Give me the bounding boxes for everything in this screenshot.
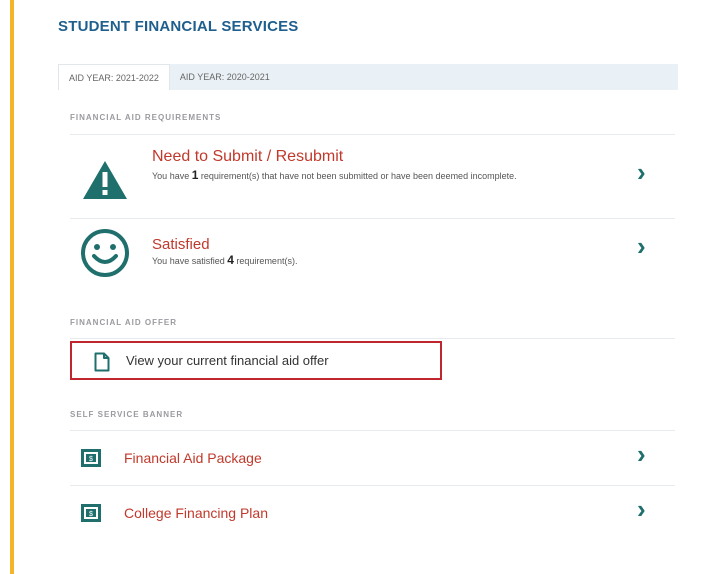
view-offer-label: View your current financial aid offer (126, 353, 329, 368)
svg-text:$: $ (89, 456, 93, 463)
college-financing-plan-label: College Financing Plan (124, 505, 268, 521)
money-icon: $ (81, 504, 101, 522)
document-icon (94, 352, 110, 372)
requirement-row-need-to-submit[interactable]: Need to Submit / Resubmit You have 1 req… (70, 134, 675, 219)
money-icon: $ (81, 449, 101, 467)
requirement-title: Need to Submit / Resubmit (152, 148, 344, 165)
financial-aid-package-label: Financial Aid Package (124, 450, 262, 466)
requirement-count: 4 (227, 253, 234, 267)
smiley-icon (81, 229, 129, 277)
tab-aid-year-2020-2021[interactable]: AID YEAR: 2020-2021 (170, 64, 280, 90)
requirement-title: Satisfied (152, 236, 210, 253)
chevron-right-icon[interactable]: › (637, 439, 646, 470)
offer-divider (70, 338, 675, 339)
chevron-right-icon[interactable]: › (637, 494, 646, 525)
requirement-description: You have 1 requirement(s) that have not … (152, 168, 517, 182)
chevron-right-icon[interactable]: › (637, 157, 646, 188)
requirement-description: You have satisfied 4 requirement(s). (152, 253, 298, 267)
warning-triangle-icon (83, 161, 127, 199)
requirement-row-satisfied[interactable]: Satisfied You have satisfied 4 requireme… (70, 218, 675, 291)
view-offer-link[interactable]: View your current financial aid offer (70, 341, 442, 380)
banner-item-college-financing-plan[interactable]: $ College Financing Plan › (70, 485, 675, 541)
page-title: STUDENT FINANCIAL SERVICES (58, 18, 299, 35)
tab-aid-year-2021-2022[interactable]: AID YEAR: 2021-2022 (58, 64, 170, 90)
offer-heading: FINANCIAL AID OFFER (70, 318, 177, 327)
left-accent-bar (10, 0, 14, 574)
svg-text:$: $ (89, 511, 93, 518)
banner-item-financial-aid-package[interactable]: $ Financial Aid Package › (70, 430, 675, 486)
requirements-heading: FINANCIAL AID REQUIREMENTS (70, 113, 222, 122)
chevron-right-icon[interactable]: › (637, 231, 646, 262)
banner-heading: SELF SERVICE BANNER (70, 410, 184, 419)
aid-year-tabs: AID YEAR: 2021-2022 AID YEAR: 2020-2021 (58, 64, 678, 90)
